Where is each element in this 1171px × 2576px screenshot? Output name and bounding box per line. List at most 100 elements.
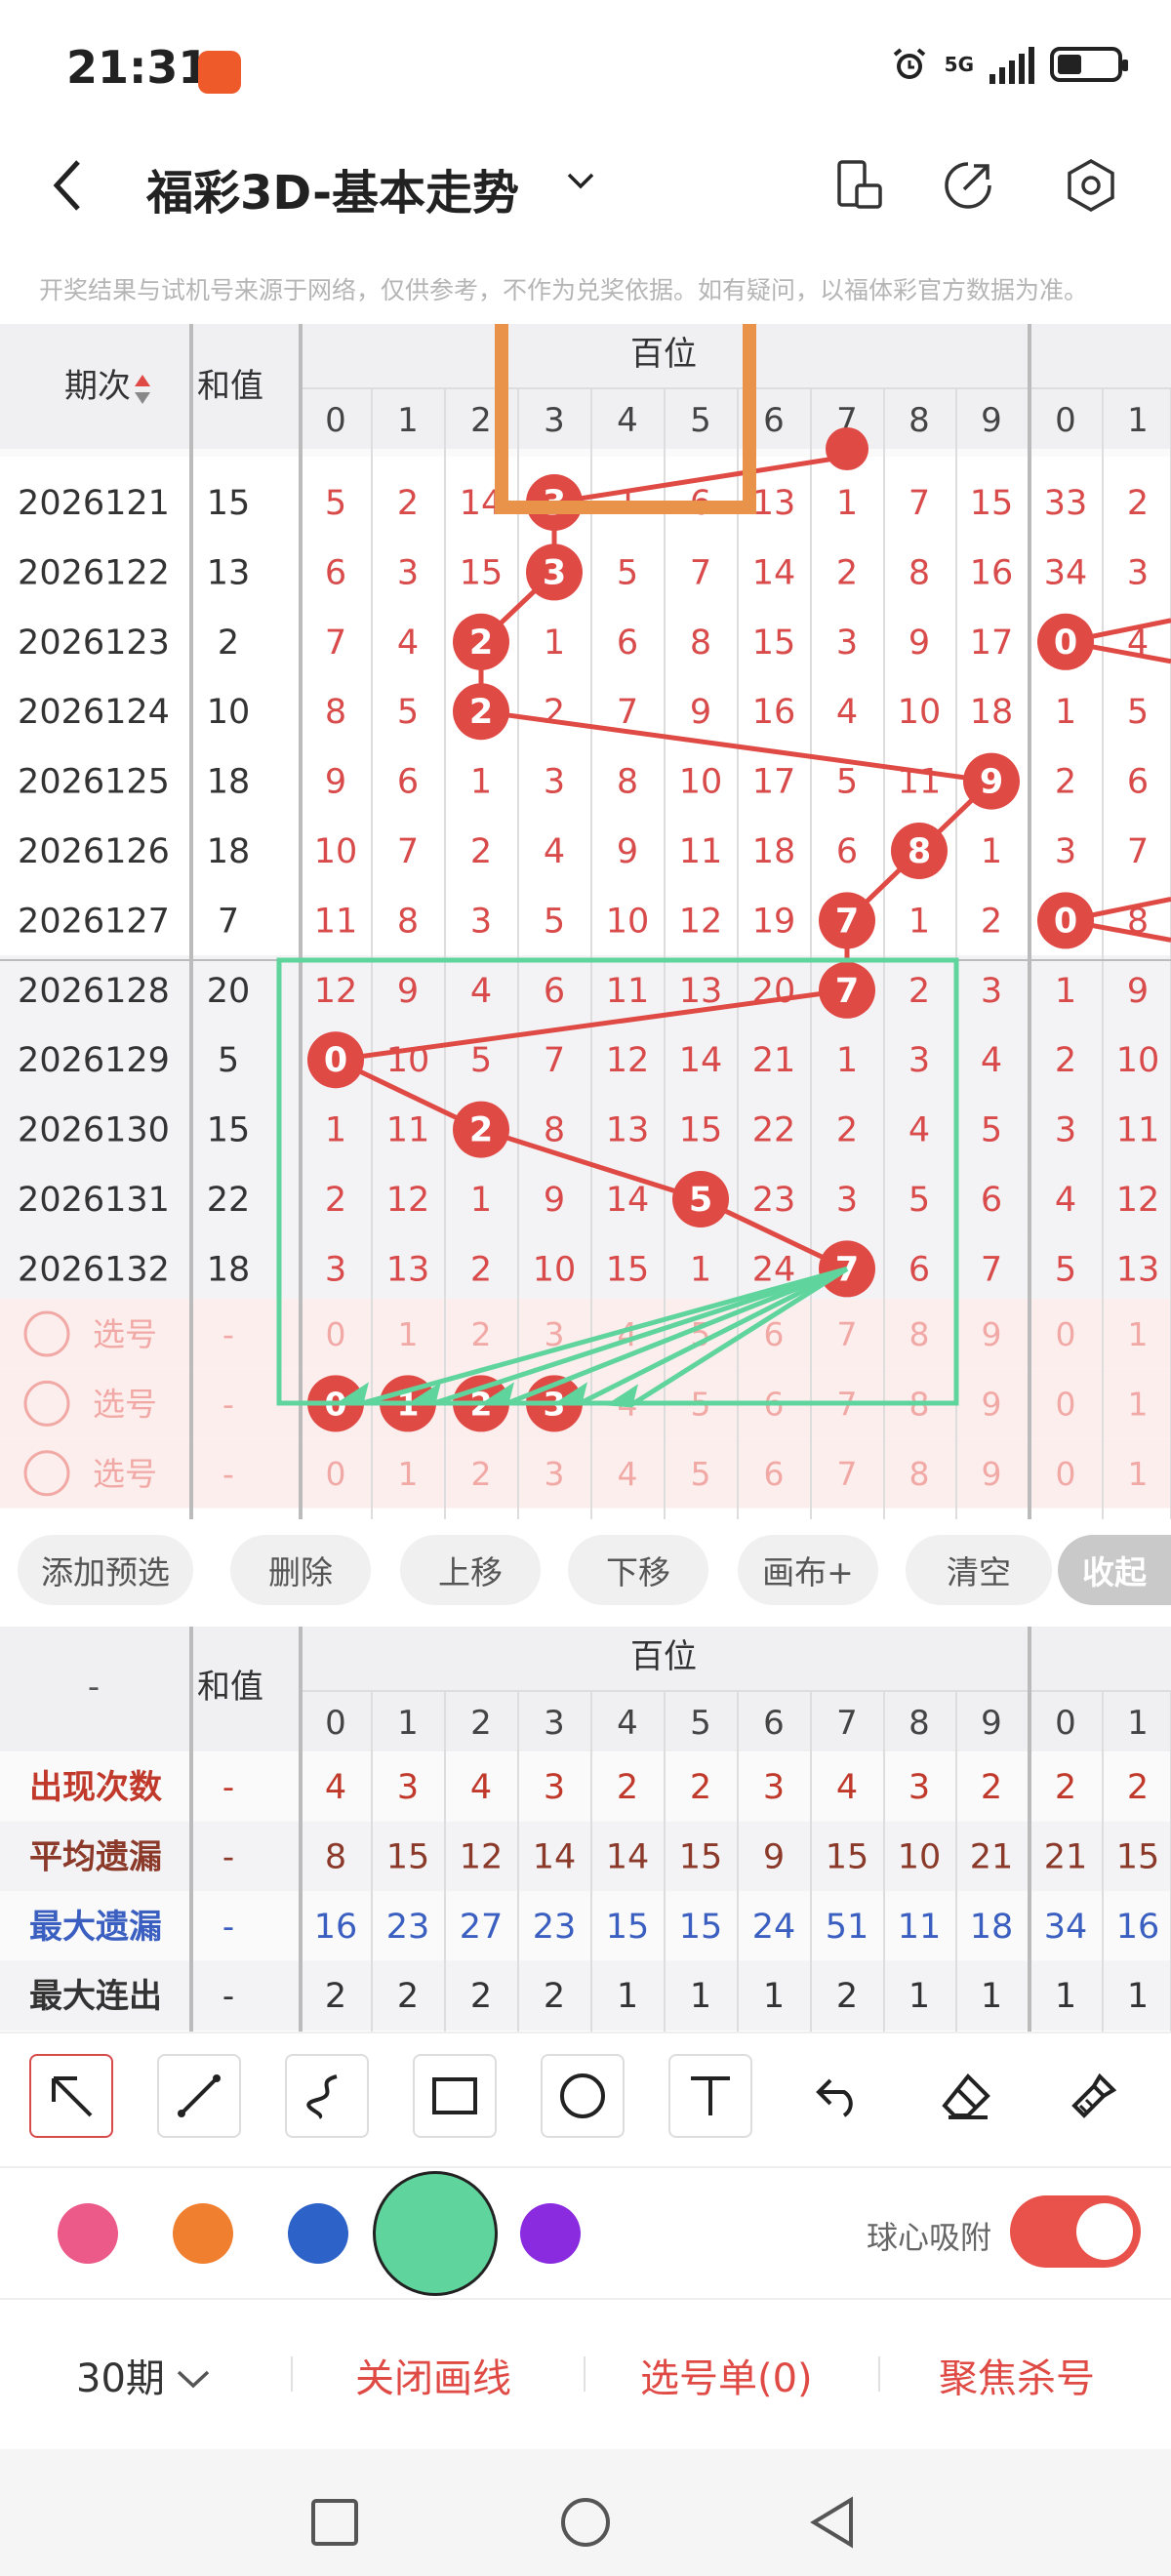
close-lines-button[interactable]: 关闭画线 [355,2347,511,2403]
pick-digit[interactable]: 2 [471,1315,492,1353]
pick-digit[interactable]: 4 [618,1455,638,1493]
color-swatch[interactable] [58,2203,118,2264]
pick-digit[interactable]: 0 [326,1315,346,1353]
hit-ball-number: 0 [324,1041,347,1080]
pick-digit[interactable]: 9 [982,1315,1002,1353]
stats-cell: 1 [690,1977,711,2016]
page-title[interactable]: 福彩3D-基本走势 [146,154,519,222]
miss-cell: 3 [1055,832,1076,871]
miss-cell: 4 [470,972,492,1011]
pick-label[interactable]: 选号 [93,1315,157,1353]
pick-digit[interactable]: 4 [618,1315,638,1353]
action-button-1[interactable]: 添加预选 [18,1535,193,1605]
share-icon[interactable] [939,156,997,215]
pick-digit[interactable]: 2 [471,1455,492,1493]
stats-cell: 11 [898,1908,942,1947]
miss-cell: 1 [470,763,492,802]
miss-cell: 3 [1055,1111,1076,1150]
action-button-5[interactable]: 画布+ [738,1535,878,1605]
pick-digit[interactable]: 1 [398,1315,419,1353]
pick-digit[interactable]: 0 [326,1455,346,1493]
pick-digit[interactable]: 8 [909,1315,930,1353]
pick-digit[interactable]: 7 [837,1315,858,1353]
miss-cell: 8 [617,763,638,802]
stats-corner: - [88,1668,100,1707]
miss-cell: 6 [544,972,565,1011]
settings-icon[interactable] [1062,156,1120,215]
pick-sum: - [222,1385,234,1423]
color-swatch[interactable] [288,2203,348,2264]
stats-cell: 15 [679,1837,723,1876]
pick-digit[interactable]: 9 [982,1455,1002,1493]
hit-ball-number: 7 [835,972,859,1011]
miss-cell: 13 [752,484,796,523]
period-cell: 2026121 [18,484,170,523]
miss-cell: 4 [981,1041,1002,1080]
period-cell: 2026128 [18,972,170,1011]
home-icon[interactable] [559,2496,612,2549]
action-button-4[interactable]: 下移 [568,1535,708,1605]
screen-rotate-icon[interactable] [829,156,888,215]
pick-digit[interactable]: 3 [545,1455,565,1493]
sum-cell: 22 [207,1181,251,1220]
stats-row-label: 最大遗漏 [29,1908,162,1947]
snap-to-center-toggle[interactable] [1010,2195,1141,2268]
eraser-icon[interactable] [924,2054,1008,2138]
miss-cell: 2 [981,902,1002,941]
miss-cell: 15 [752,624,796,663]
stats-cell: 2 [690,1768,711,1807]
pick-digit[interactable]: 1 [1128,1455,1149,1493]
clear-brush-icon[interactable] [1052,2054,1136,2138]
miss-cell: 11 [606,972,650,1011]
pick-digit[interactable]: 8 [909,1455,930,1493]
miss-cell: 3 [544,763,565,802]
text-tool-icon[interactable] [668,2054,752,2138]
miss-cell: 12 [679,902,723,941]
pick-digit[interactable]: 1 [1128,1385,1149,1423]
miss-cell: 9 [1127,972,1149,1011]
chevron-down-icon[interactable] [566,166,595,195]
undo-icon[interactable] [796,2054,880,2138]
pick-digit[interactable]: 6 [764,1455,785,1493]
stats-digit-header: 3 [544,1704,565,1743]
pick-digit[interactable]: 9 [982,1385,1002,1423]
recent-apps-icon[interactable] [310,2498,359,2547]
pick-digit[interactable]: 1 [1128,1315,1149,1353]
action-button-2[interactable]: 删除 [230,1535,371,1605]
miss-cell: 2 [325,1181,346,1220]
miss-cell: 5 [981,1111,1002,1150]
arrow-tool-icon[interactable] [29,2054,113,2138]
action-button-6[interactable]: 清空 [906,1535,1052,1605]
pick-digit[interactable]: 0 [1056,1315,1076,1353]
color-swatch[interactable] [520,2203,581,2264]
stats-digit-header: 4 [617,1704,638,1743]
color-swatch[interactable] [173,2203,233,2264]
pick-digit[interactable]: 0 [1056,1385,1076,1423]
circle-tool-icon[interactable] [541,2054,625,2138]
pick-label[interactable]: 选号 [93,1455,157,1493]
pick-digit[interactable]: 7 [837,1455,858,1493]
action-button-7[interactable]: 收起 [1058,1535,1171,1605]
pick-list-button[interactable]: 选号单(0) [640,2347,813,2403]
miss-cell: 15 [970,484,1014,523]
rect-tool-icon[interactable] [413,2054,497,2138]
pick-label[interactable]: 选号 [93,1385,157,1423]
stats-digit-header: 0 [325,1704,346,1743]
pick-digit[interactable]: 1 [398,1455,419,1493]
curve-tool-icon[interactable] [285,2054,369,2138]
focus-kill-button[interactable]: 聚焦杀号 [939,2347,1095,2403]
miss-cell: 12 [386,1181,430,1220]
period-select[interactable]: 30期 [76,2347,212,2403]
line-tool-icon[interactable] [157,2054,241,2138]
miss-cell: 2 [544,693,565,732]
stats-sum-cell: - [222,1977,234,2016]
action-button-3[interactable]: 上移 [400,1535,541,1605]
nav-back-icon[interactable] [808,2496,857,2549]
color-swatch[interactable] [373,2171,498,2296]
trend-chart: 期次和值百位0123456789012026121155214316131715… [0,324,1171,1519]
back-icon[interactable] [49,156,88,215]
miss-cell: 7 [909,484,930,523]
pick-digit[interactable]: 0 [1056,1455,1076,1493]
miss-cell: 18 [970,693,1014,732]
pick-digit[interactable]: 5 [691,1455,711,1493]
